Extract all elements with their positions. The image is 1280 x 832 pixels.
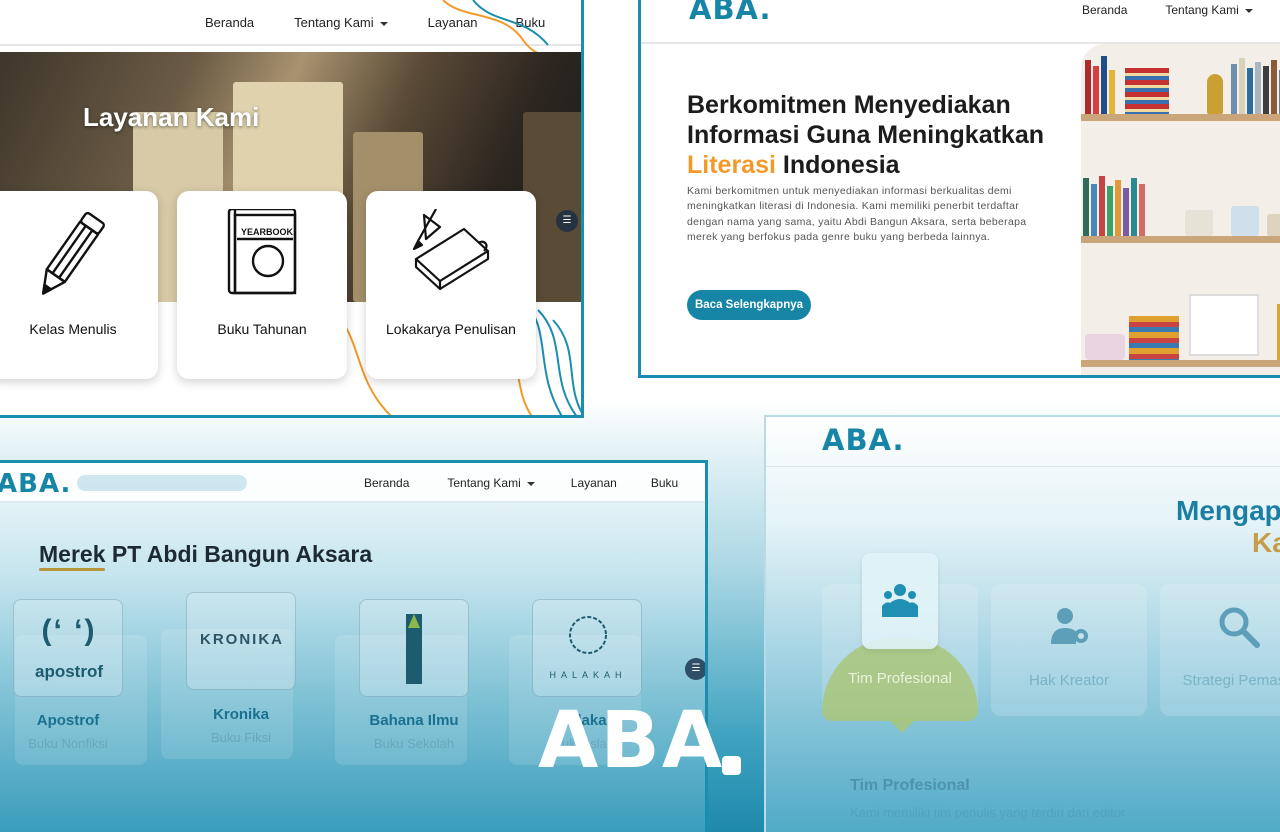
search-icon (1219, 607, 1260, 648)
heading-line-3: Literasi Indonesia (687, 150, 1047, 180)
feature-label: Strategi Pemasa (1182, 672, 1280, 689)
aba-overlay-logo: ABA (538, 696, 725, 786)
heading-accent: Literasi (687, 151, 776, 179)
brands-heading-underlined: Merek (39, 541, 106, 567)
aba-logo[interactable]: ABA. (822, 423, 905, 457)
service-card-label: Lokakarya Penulisan (386, 321, 516, 337)
kronika-wordmark: KRONIKA (200, 631, 284, 648)
nav-buku[interactable]: Buku (651, 476, 678, 490)
feature-detail-title: Tim Profesional (850, 777, 970, 794)
service-card-label: Kelas Menulis (29, 321, 117, 337)
feature-label: Hak Kreator (1028, 672, 1110, 689)
brand-name: Apostrof (36, 712, 100, 729)
nav-tentang-label: Tentang Kami (1165, 3, 1239, 17)
heading-line-1: Berkomitmen Menyediakan (687, 91, 1011, 119)
why-panel: ABA. Mengapa Ka Tim Profesional (764, 415, 1280, 832)
brand-logo-halakah[interactable]: HALAKAH (532, 599, 642, 697)
team-icon (882, 584, 918, 617)
aba-overlay-logo-dot (722, 756, 741, 775)
service-card-buku-tahunan[interactable]: YEARBOOK Buku Tahunan (177, 191, 347, 379)
brand-genre: Buku Fiksi (211, 730, 271, 745)
pencil-icon (41, 211, 105, 295)
brand-genre: Buku Sekolah (373, 736, 455, 751)
commitment-paragraph: Kami berkomitmen untuk menyediakan infor… (687, 185, 1027, 243)
brands-heading-rest: PT Abdi Bangun Aksara (111, 541, 373, 567)
feature-label[interactable]: Tim Profesional (822, 670, 978, 687)
brand-genre: Buku Nonfiksi (28, 736, 108, 751)
read-more-button[interactable]: Baca Selengkapnya (687, 290, 811, 320)
aba-logo[interactable]: ABA. (689, 0, 772, 26)
nav-beranda[interactable]: Beranda (205, 15, 254, 30)
services-panel: Beranda Tentang Kami Layanan Buku Layana… (0, 0, 584, 418)
navbar: ABA. Beranda Tentang Kami (641, 0, 1280, 44)
notebook-pen-icon (412, 209, 490, 291)
brand-name: Kronika (213, 706, 269, 723)
brands-heading: Merek PT Abdi Bangun Aksara (39, 541, 372, 568)
commitment-panel: ABA. Beranda Tentang Kami Berkomitmen Me… (638, 0, 1280, 378)
halakah-wordmark: HALAKAH (549, 670, 627, 680)
brand-logo-bahana-ilmu[interactable] (359, 599, 469, 697)
feature-detail-text: Kami memiliki tim penulis yang terdiri d… (850, 805, 1126, 820)
aba-logo[interactable]: ABA. (0, 469, 71, 499)
yearbook-icon-text: YEARBOOK (241, 227, 294, 237)
collage-stage: Beranda Tentang Kami Layanan Buku Layana… (0, 0, 1280, 832)
chevron-down-icon (1244, 8, 1253, 13)
service-card-lokakarya[interactable]: Lokakarya Penulisan (366, 191, 536, 379)
logo-glow (77, 475, 247, 491)
service-card-label: Buku Tahunan (217, 321, 307, 337)
halakah-ring-icon (569, 616, 607, 654)
feature-icon-tile (862, 553, 938, 649)
feature-highlight-pointer (888, 719, 916, 733)
why-heading-line-2: Ka (1252, 527, 1280, 558)
yearbook-icon: YEARBOOK (227, 209, 297, 295)
floating-settings-button[interactable]: ☰ (556, 210, 578, 232)
hero-title: Layanan Kami (83, 102, 260, 132)
service-card-kelas-menulis[interactable]: Kelas Menulis (0, 191, 158, 379)
commitment-heading: Berkomitmen Menyediakan Informasi Guna M… (687, 90, 1047, 180)
navbar: ABA. (766, 417, 1280, 467)
nav-menu: Beranda Tentang Kami (1082, 3, 1253, 17)
nav-tentang-kami[interactable]: Tentang Kami (1165, 3, 1253, 17)
brand-logo-kronika[interactable]: KRONIKA (186, 592, 296, 690)
nav-tentang-label: Tentang Kami (447, 476, 521, 490)
nav-tentang-kami[interactable]: Tentang Kami (447, 476, 535, 490)
navbar: ABA. Beranda Tentang Kami Layanan Buku (0, 463, 705, 503)
floating-settings-button[interactable]: ☰ (685, 658, 705, 680)
feature-card-hak-kreator[interactable]: Hak Kreator (991, 584, 1147, 716)
why-heading-line-1: Mengapa (1176, 495, 1280, 526)
brand-logo-apostrof[interactable]: (‘ ‘) apostrof (13, 599, 123, 697)
nav-beranda[interactable]: Beranda (1082, 3, 1127, 17)
nav-menu: Beranda Tentang Kami Layanan Buku (364, 476, 678, 490)
nav-beranda[interactable]: Beranda (364, 476, 409, 490)
feature-card-strategi[interactable]: Strategi Pemasa (1160, 584, 1280, 716)
bookshelf-image (1081, 44, 1280, 375)
heading-line-2: Informasi Guna Meningkatkan (687, 121, 1045, 149)
apostrof-wordmark: apostrof (35, 662, 103, 681)
nav-layanan[interactable]: Layanan (571, 476, 617, 490)
chevron-down-icon (526, 481, 535, 486)
apostrof-symbol: (‘ ‘) (41, 614, 97, 647)
user-gear-icon (1051, 608, 1088, 644)
brand-name: Bahana Ilmu (369, 712, 459, 729)
heading-end: Indonesia (782, 151, 900, 179)
